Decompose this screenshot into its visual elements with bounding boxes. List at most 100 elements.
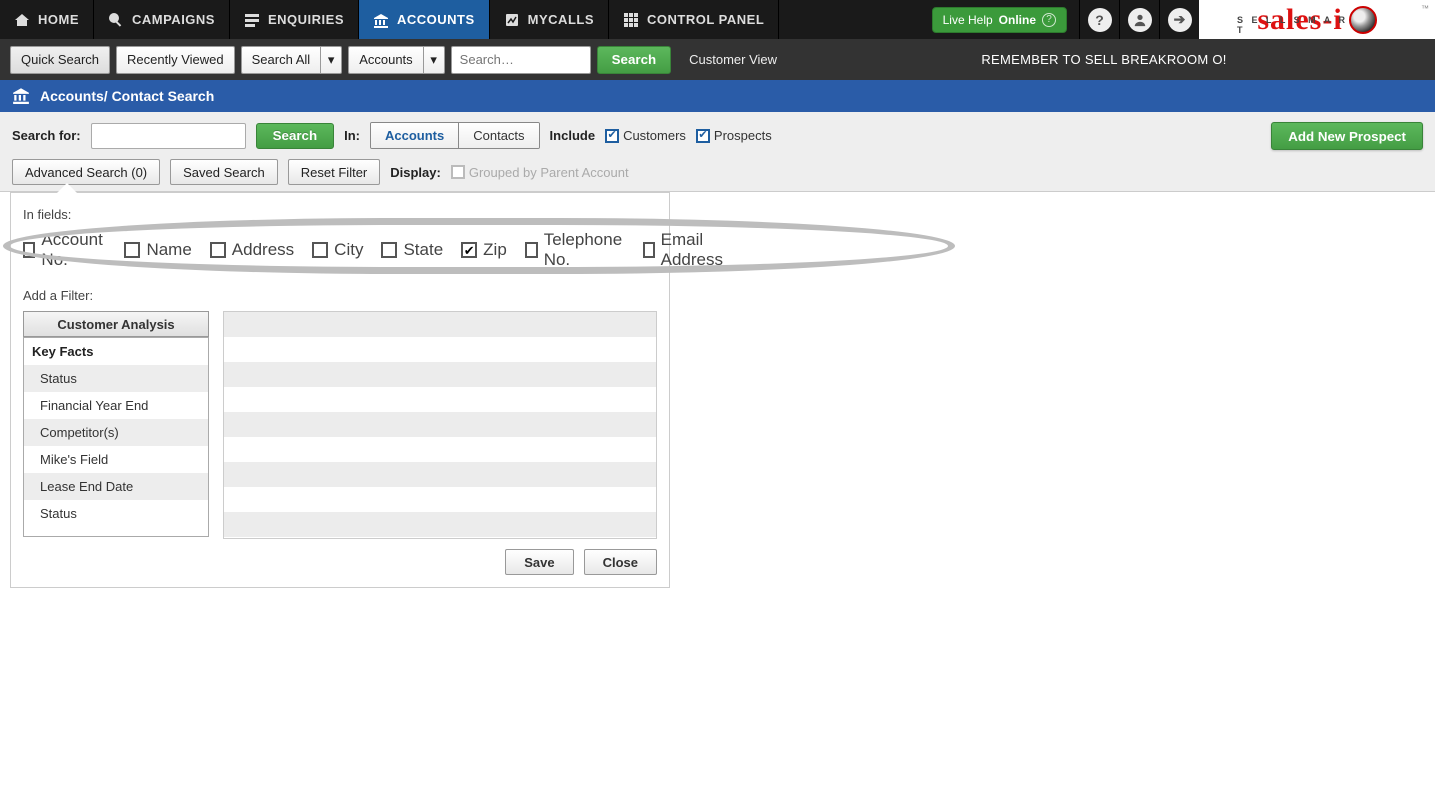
reset-filter-button[interactable]: Reset Filter bbox=[288, 159, 380, 185]
checkbox-icon bbox=[124, 242, 140, 258]
include-customers-checkbox[interactable]: Customers bbox=[605, 128, 686, 143]
page-header: Accounts/ Contact Search bbox=[0, 80, 1435, 112]
campaign-icon bbox=[108, 12, 124, 28]
in-fields-row: Account No. Name Address City State Zip Teleph… bbox=[23, 230, 657, 270]
checkbox-icon bbox=[696, 129, 710, 143]
key-fact-item[interactable]: Financial Year End bbox=[24, 392, 208, 419]
chevron-down-icon[interactable]: ▾ bbox=[423, 46, 445, 74]
checkbox-icon bbox=[461, 242, 477, 258]
checkbox-icon bbox=[451, 165, 465, 179]
trademark: ™ bbox=[1421, 4, 1429, 13]
live-help-status: Online bbox=[999, 13, 1036, 27]
close-button[interactable]: Close bbox=[584, 549, 657, 575]
add-new-prospect-button[interactable]: Add New Prospect bbox=[1271, 122, 1423, 150]
field-label: Zip bbox=[483, 240, 507, 260]
nav-home[interactable]: HOME bbox=[0, 0, 94, 39]
key-fact-item[interactable]: Status bbox=[24, 365, 208, 392]
nav-label: MYCALLS bbox=[528, 12, 594, 27]
filter-values-area bbox=[223, 311, 657, 539]
enquiry-icon bbox=[244, 12, 260, 28]
profile-button[interactable] bbox=[1119, 0, 1159, 39]
logo-tagline: S E L L S M A R T bbox=[1237, 15, 1355, 35]
quick-search-input[interactable] bbox=[451, 46, 591, 74]
checkbox-icon bbox=[312, 242, 328, 258]
nav-label: ENQUIRIES bbox=[268, 12, 344, 27]
in-tabgroup: Accounts Contacts bbox=[370, 122, 540, 149]
bank-icon bbox=[12, 86, 30, 107]
in-fields-label: In fields: bbox=[23, 207, 657, 222]
marquee-text: REMEMBER TO SELL BREAKROOM O! bbox=[981, 52, 1226, 67]
tab-accounts[interactable]: Accounts bbox=[371, 123, 458, 148]
field-label: City bbox=[334, 240, 363, 260]
accounts-scope-dropdown[interactable]: Accounts ▾ bbox=[348, 46, 444, 74]
search-all-dropdown[interactable]: Search All ▾ bbox=[241, 46, 343, 74]
logout-button[interactable]: ➔ bbox=[1159, 0, 1199, 39]
key-facts-list[interactable]: Key Facts StatusFinancial Year EndCompet… bbox=[23, 337, 209, 537]
nav-accounts[interactable]: ACCOUNTS bbox=[359, 0, 490, 39]
live-help-button[interactable]: Live Help Online ? bbox=[932, 7, 1067, 33]
nav-label: HOME bbox=[38, 12, 79, 27]
checkbox-icon bbox=[643, 242, 654, 258]
recently-viewed-button[interactable]: Recently Viewed bbox=[116, 46, 235, 74]
advanced-search-button[interactable]: Advanced Search (0) bbox=[12, 159, 160, 185]
saved-search-button[interactable]: Saved Search bbox=[170, 159, 278, 185]
search-for-input[interactable] bbox=[91, 123, 246, 149]
search-panel: Add New Prospect Search for: Search In: … bbox=[0, 112, 1435, 192]
nav-enquiries[interactable]: ENQUIRIES bbox=[230, 0, 359, 39]
in-label: In: bbox=[344, 128, 360, 143]
checkbox-icon bbox=[525, 242, 538, 258]
checkbox-icon bbox=[23, 242, 35, 258]
field-checkbox-account-no-[interactable]: Account No. bbox=[23, 230, 106, 270]
display-label: Display: bbox=[390, 165, 441, 180]
field-label: Address bbox=[232, 240, 294, 260]
grouped-label: Grouped by Parent Account bbox=[469, 165, 629, 180]
field-checkbox-telephone-no-[interactable]: Telephone No. bbox=[525, 230, 625, 270]
live-help-prefix: Live Help bbox=[943, 13, 993, 27]
nav-label: ACCOUNTS bbox=[397, 12, 475, 27]
key-fact-item[interactable]: Competitor(s) bbox=[24, 419, 208, 446]
checkbox-icon bbox=[210, 242, 226, 258]
key-fact-item[interactable]: Lease End Date bbox=[24, 473, 208, 500]
nav-label: CONTROL PANEL bbox=[647, 12, 764, 27]
tab-contacts[interactable]: Contacts bbox=[458, 123, 538, 148]
quick-search-button[interactable]: Quick Search bbox=[10, 46, 110, 74]
quick-search-submit[interactable]: Search bbox=[597, 46, 671, 74]
search-all-label[interactable]: Search All bbox=[241, 46, 321, 74]
add-filter-label: Add a Filter: bbox=[23, 288, 657, 303]
help-button[interactable]: ? bbox=[1079, 0, 1119, 39]
include-prospects-checkbox[interactable]: Prospects bbox=[696, 128, 772, 143]
save-button[interactable]: Save bbox=[505, 549, 573, 575]
field-checkbox-state[interactable]: State bbox=[381, 240, 443, 260]
key-fact-item[interactable]: Status bbox=[24, 500, 208, 527]
nav-mycalls[interactable]: MYCALLS bbox=[490, 0, 609, 39]
field-checkbox-city[interactable]: City bbox=[312, 240, 363, 260]
field-checkbox-address[interactable]: Address bbox=[210, 240, 294, 260]
arrow-right-icon: ➔ bbox=[1168, 8, 1192, 32]
field-label: Telephone No. bbox=[544, 230, 626, 270]
field-label: Name bbox=[146, 240, 191, 260]
search-button[interactable]: Search bbox=[256, 123, 334, 149]
field-label: State bbox=[403, 240, 443, 260]
key-fact-item[interactable]: Mike's Field bbox=[24, 446, 208, 473]
bank-icon bbox=[373, 12, 389, 28]
advanced-search-panel: In fields: Account No. Name Address City Sta… bbox=[10, 192, 670, 588]
user-icon bbox=[1128, 8, 1152, 32]
field-checkbox-name[interactable]: Name bbox=[124, 240, 191, 260]
nav-campaigns[interactable]: CAMPAIGNS bbox=[94, 0, 230, 39]
include-customers-label: Customers bbox=[623, 128, 686, 143]
customer-view-link[interactable]: Customer View bbox=[689, 52, 777, 67]
question-icon: ? bbox=[1088, 8, 1112, 32]
include-label: Include bbox=[550, 128, 596, 143]
field-checkbox-email-address[interactable]: Email Address bbox=[643, 230, 727, 270]
accounts-scope-label[interactable]: Accounts bbox=[348, 46, 422, 74]
grouped-checkbox[interactable]: Grouped by Parent Account bbox=[451, 165, 629, 180]
checkbox-icon bbox=[605, 129, 619, 143]
customer-analysis-tab[interactable]: Customer Analysis bbox=[23, 311, 209, 337]
chevron-down-icon[interactable]: ▾ bbox=[320, 46, 342, 74]
calls-icon bbox=[504, 12, 520, 28]
grid-icon bbox=[623, 12, 639, 28]
nav-control-panel[interactable]: CONTROL PANEL bbox=[609, 0, 779, 39]
field-checkbox-zip[interactable]: Zip bbox=[461, 240, 507, 260]
top-nav: HOME CAMPAIGNS ENQUIRIES ACCOUNTS MYCALL… bbox=[0, 0, 1435, 39]
field-label: Email Address bbox=[661, 230, 728, 270]
